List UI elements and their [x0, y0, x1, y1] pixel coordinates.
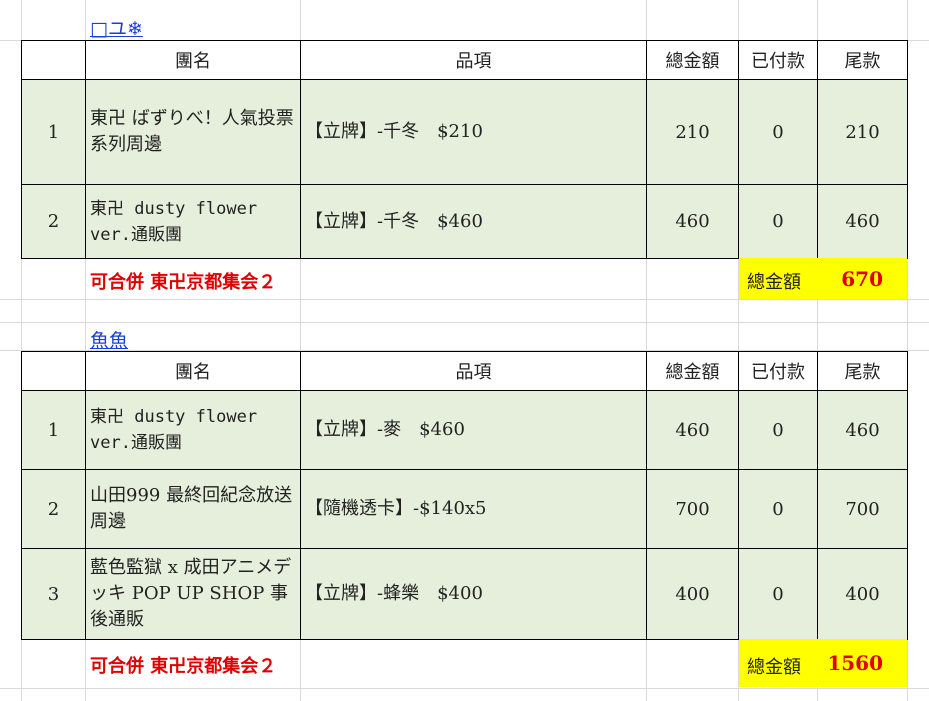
grand-total-label: 總金額 — [747, 657, 801, 678]
table-row: 2 東卍 dusty flower ver.通販團 【立牌】-千冬 $460 4… — [21, 184, 908, 259]
grand-total-box: 總金額 1560 — [739, 639, 907, 687]
header-total: 總金額 — [646, 351, 739, 391]
row-number[interactable]: 1 — [21, 79, 86, 185]
header-index — [21, 40, 86, 80]
grand-total-value[interactable]: 1560 — [827, 651, 883, 675]
item-cell[interactable]: 【立牌】-千冬 $210 — [300, 79, 647, 185]
header-balance: 尾款 — [817, 40, 908, 80]
paid-cell[interactable]: 0 — [738, 469, 818, 549]
table-row: 1 東卍 ばずりべ！人氣投票系列周邊 【立牌】-千冬 $210 210 0 21… — [21, 79, 908, 185]
group-cell[interactable]: 東卍 dusty flower ver.通販團 — [85, 184, 301, 259]
balance-cell[interactable]: 700 — [817, 469, 908, 549]
merge-note: 可合併 東卍京都集会２ — [90, 656, 277, 677]
paid-cell[interactable]: 0 — [738, 390, 818, 470]
total-cell[interactable]: 700 — [646, 469, 739, 549]
row-number[interactable]: 2 — [21, 469, 86, 549]
paid-cell[interactable]: 0 — [738, 548, 818, 640]
buyer-name-link[interactable]: □ユ❄ — [90, 14, 143, 41]
total-cell[interactable]: 460 — [646, 184, 739, 259]
balance-cell[interactable]: 460 — [817, 390, 908, 470]
paid-cell[interactable]: 0 — [738, 184, 818, 259]
header-group: 團名 — [85, 40, 301, 80]
table-row: 2 山田999 最終回紀念放送周邊 【隨機透卡】-$140x5 700 0 70… — [21, 469, 908, 549]
group-cell[interactable]: 藍色監獄 x 成田アニメデッキ POP UP SHOP 事後通販 — [85, 548, 301, 640]
buyer-name-link[interactable]: 魚魚 — [90, 326, 128, 353]
header-index — [21, 351, 86, 391]
item-cell[interactable]: 【立牌】-麥 $460 — [300, 390, 647, 470]
balance-cell[interactable]: 210 — [817, 79, 908, 185]
header-paid: 已付款 — [738, 40, 818, 80]
total-cell[interactable]: 210 — [646, 79, 739, 185]
item-cell[interactable]: 【立牌】-千冬 $460 — [300, 184, 647, 259]
item-cell[interactable]: 【立牌】-蜂樂 $400 — [300, 548, 647, 640]
order-table: 團名 品項 總金額 已付款 尾款 1 東卍 ばずりべ！人氣投票系列周邊 【立牌】… — [21, 40, 908, 259]
header-total: 總金額 — [646, 40, 739, 80]
table-row: 1 東卍 dusty flower ver.通販團 【立牌】-麥 $460 46… — [21, 390, 908, 470]
table-row: 3 藍色監獄 x 成田アニメデッキ POP UP SHOP 事後通販 【立牌】-… — [21, 548, 908, 640]
header-group: 團名 — [85, 351, 301, 391]
row-number[interactable]: 2 — [21, 184, 86, 259]
grand-total-label: 總金額 — [747, 272, 801, 293]
header-row: 團名 品項 總金額 已付款 尾款 — [21, 351, 908, 391]
row-number[interactable]: 3 — [21, 548, 86, 640]
order-table: 團名 品項 總金額 已付款 尾款 1 東卍 dusty flower ver.通… — [21, 351, 908, 640]
grand-total-value[interactable]: 670 — [841, 267, 883, 291]
paid-cell[interactable]: 0 — [738, 79, 818, 185]
header-paid: 已付款 — [738, 351, 818, 391]
header-row: 團名 品項 總金額 已付款 尾款 — [21, 40, 908, 80]
header-balance: 尾款 — [817, 351, 908, 391]
row-number[interactable]: 1 — [21, 390, 86, 470]
group-cell[interactable]: 東卍 ばずりべ！人氣投票系列周邊 — [85, 79, 301, 185]
group-cell[interactable]: 山田999 最終回紀念放送周邊 — [85, 469, 301, 549]
item-cell[interactable]: 【隨機透卡】-$140x5 — [300, 469, 647, 549]
header-item: 品項 — [300, 351, 647, 391]
balance-cell[interactable]: 400 — [817, 548, 908, 640]
total-cell[interactable]: 460 — [646, 390, 739, 470]
merge-note: 可合併 東卍京都集会２ — [90, 272, 277, 293]
header-item: 品項 — [300, 40, 647, 80]
grand-total-box: 總金額 670 — [739, 258, 907, 299]
group-cell[interactable]: 東卍 dusty flower ver.通販團 — [85, 390, 301, 470]
balance-cell[interactable]: 460 — [817, 184, 908, 259]
total-cell[interactable]: 400 — [646, 548, 739, 640]
